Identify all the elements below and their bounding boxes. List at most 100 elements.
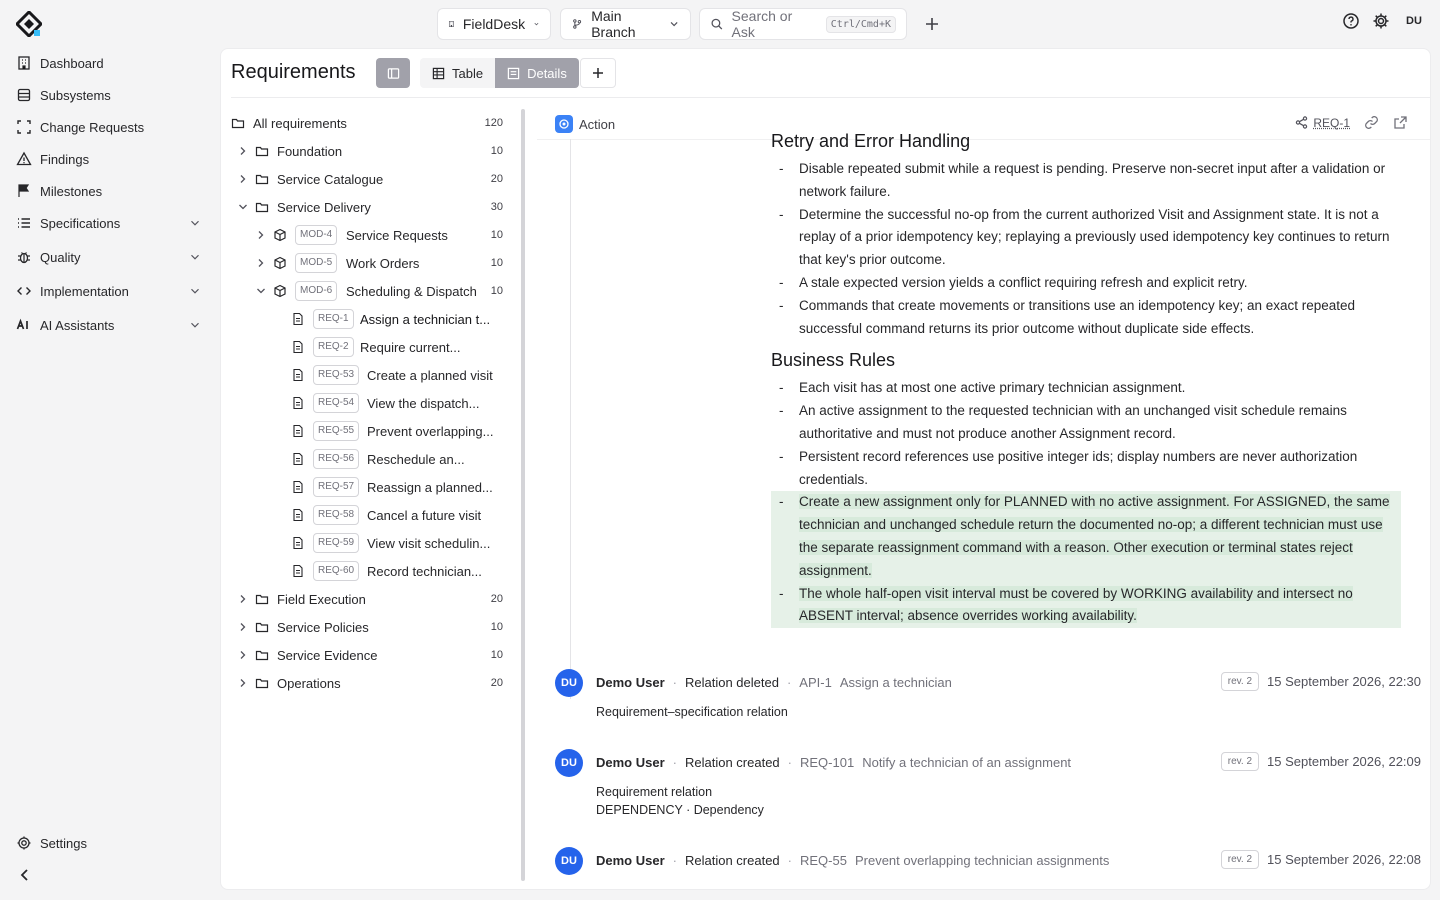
tree-requirement[interactable]: REQ-57 Reassign a planned...	[221, 473, 511, 501]
list-icon	[18, 218, 30, 228]
req-id-badge: REQ-2	[313, 337, 354, 357]
tree-requirement[interactable]: REQ-56 Reschedule an...	[221, 445, 511, 473]
tree-requirement[interactable]: REQ-2 Require current...	[221, 333, 511, 361]
folder-icon	[255, 202, 269, 213]
tree-requirement[interactable]: REQ-55 Prevent overlapping...	[221, 417, 511, 445]
document-icon	[293, 536, 303, 550]
tree-folder[interactable]: Service Evidence 10	[221, 641, 511, 669]
tree-module[interactable]: MOD-4 Service Requests 10	[221, 221, 511, 249]
tree-module[interactable]: MOD-5 Work Orders 10	[221, 249, 511, 277]
sidebar-item-label: Settings	[40, 835, 87, 851]
sidebar-item-settings[interactable]: Settings	[16, 831, 206, 855]
sidebar-item-change-requests[interactable]: Change Requests	[16, 115, 206, 139]
tree-requirement[interactable]: REQ-1 Assign a technician t...	[221, 305, 511, 333]
sidebar-item-milestones[interactable]: Milestones	[16, 179, 206, 203]
collapse-sidebar-icon[interactable]	[16, 866, 34, 884]
activity-ref-id[interactable]: REQ-101	[800, 755, 854, 770]
tree-requirement[interactable]: REQ-53 Create a planned visit	[221, 361, 511, 389]
tab-table[interactable]: Table	[420, 58, 495, 88]
list-item: - Commands that create movements or trans…	[779, 297, 1356, 336]
tree-requirement[interactable]: REQ-60 Record technician...	[221, 557, 511, 585]
activity-ref-id[interactable]: REQ-55	[800, 853, 847, 868]
activity-action: Relation deleted	[684, 675, 779, 690]
search-input[interactable]: Search or Ask Ctrl/Cmd+K	[699, 8, 907, 40]
list-item-text: Commands that create movements or transi…	[799, 297, 1356, 336]
avatar: DU	[555, 669, 583, 697]
building-icon	[18, 56, 30, 70]
tree-requirement[interactable]: REQ-54 View the dispatch...	[221, 389, 511, 417]
tree-requirement[interactable]: REQ-59 View visit schedulin...	[221, 529, 511, 557]
document-icon	[293, 396, 303, 410]
table-icon	[432, 67, 445, 79]
code-icon	[17, 287, 31, 295]
sidebar-item-subsystems[interactable]: Subsystems	[16, 83, 206, 107]
tree-label: Service Requests	[346, 227, 448, 243]
sidebar-item-specifications[interactable]: Specifications	[16, 211, 206, 235]
chevron-down-icon	[534, 22, 539, 26]
activity-detail: Requirement relation	[596, 785, 713, 799]
sidebar-item-ai-assistants[interactable]: AI Assistants	[16, 313, 206, 337]
toggle-tree-button[interactable]	[376, 58, 410, 88]
sidebar-item-quality[interactable]: Quality	[16, 245, 206, 269]
tree-item-all[interactable]: All requirements 120	[221, 109, 511, 137]
tab-table-label: Table	[452, 65, 484, 81]
activity-ref-label[interactable]: Prevent overlapping technician assignmen…	[855, 853, 1109, 868]
activity-ref-id[interactable]: API-1	[799, 675, 832, 690]
plus-icon[interactable]	[922, 14, 942, 34]
action-type-icon	[555, 115, 573, 133]
tab-details[interactable]: Details	[495, 58, 579, 88]
tree-folder[interactable]: Service Catalogue 20	[221, 165, 511, 193]
chevron-right-icon	[240, 147, 246, 155]
add-requirement-button[interactable]	[580, 58, 616, 88]
folder-icon	[255, 650, 269, 661]
user-avatar[interactable]: DU	[1402, 15, 1426, 27]
help-icon[interactable]	[1342, 12, 1360, 30]
chevron-down-icon	[191, 254, 199, 260]
tree-folder[interactable]: Field Execution 20	[221, 585, 511, 613]
sidebar-item-label: Quality	[40, 249, 81, 265]
tree-folder[interactable]: Foundation 10	[221, 137, 511, 165]
tree-label: Foundation	[277, 143, 343, 159]
tree-folder[interactable]: Service Delivery 30	[221, 193, 511, 221]
sidebar-item-findings[interactable]: Findings	[16, 147, 206, 171]
requirement-id-link[interactable]: REQ-1	[1294, 115, 1350, 130]
req-id-badge: REQ-57	[313, 477, 360, 497]
sidebar-item-label: Implementation	[40, 283, 129, 299]
tree-folder[interactable]: Operations 20	[221, 669, 511, 697]
list-item-text: A stale expected version yields a confli…	[799, 274, 1248, 290]
activity-detail-type: DEPENDENCY · Dependency	[596, 803, 764, 817]
project-selector[interactable]: FieldDesk	[437, 8, 551, 40]
sidebar-item-label: Specifications	[40, 215, 121, 231]
req-id-badge: REQ-55	[313, 421, 360, 441]
gear-icon[interactable]	[1372, 12, 1390, 30]
list-item-text: Determine the successful no-op from the …	[799, 206, 1390, 268]
chevron-down-icon	[670, 22, 678, 27]
activity-ref-label[interactable]: Notify a technician of an assignment	[862, 755, 1071, 770]
tree-folder[interactable]: Service Policies 10	[221, 613, 511, 641]
tree-count: 120	[484, 117, 503, 129]
branch-selector[interactable]: Main Branch	[560, 8, 691, 40]
sidebar-item-label: Change Requests	[40, 119, 145, 135]
sidebar-item-label: Findings	[40, 151, 90, 167]
link-icon[interactable]	[1364, 115, 1379, 130]
external-link-icon[interactable]	[1393, 115, 1408, 130]
tree-count: 10	[490, 621, 503, 633]
sidebar-item-implementation[interactable]: Implementation	[16, 279, 206, 303]
activity-ref-label[interactable]: Assign a technician	[840, 675, 952, 690]
sidebar-item-dashboard[interactable]: Dashboard	[16, 51, 206, 75]
tree-label: Require current...	[360, 339, 461, 355]
tree-label: View visit schedulin...	[367, 535, 491, 551]
chevron-right-icon	[258, 259, 264, 267]
app-logo[interactable]	[16, 11, 42, 37]
activity-summary: Demo User · Relation created · REQ-101 Not…	[596, 755, 1072, 770]
list-item-text: Create a new assignment only for PLANNED…	[799, 494, 1390, 578]
tree-requirement[interactable]: REQ-58 Cancel a future visit	[221, 501, 511, 529]
tree-label: Field Execution	[277, 591, 366, 607]
pane-resizer[interactable]	[521, 109, 525, 881]
top-actions: DU	[1342, 12, 1426, 30]
tree-module[interactable]: MOD-6 Scheduling & Dispatch 10	[221, 277, 511, 305]
tree-count: 30	[490, 201, 503, 213]
requirement-id: REQ-1	[1313, 115, 1350, 130]
bracket-icon	[17, 120, 31, 134]
tree-label: Prevent overlapping...	[367, 423, 494, 439]
